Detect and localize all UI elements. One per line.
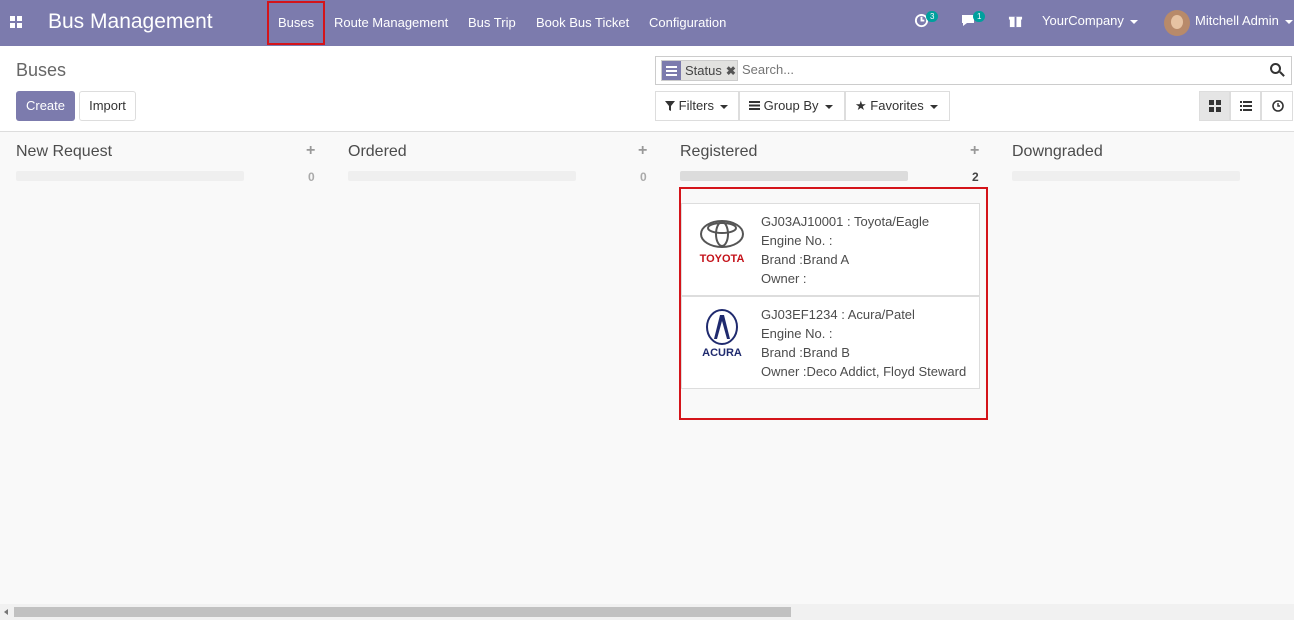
clock-icon: [1272, 100, 1284, 112]
user-name: Mitchell Admin: [1195, 13, 1279, 28]
registered-cards-highlight: [679, 187, 988, 420]
bars-icon: [749, 101, 760, 110]
column-progress-bar: [16, 171, 244, 181]
kanban-grid-icon: [1209, 100, 1221, 112]
messages-button[interactable]: 1: [960, 11, 986, 31]
filters-label: Filters: [678, 98, 715, 113]
apps-menu-icon[interactable]: [10, 16, 23, 29]
app-brand[interactable]: Bus Management: [48, 10, 213, 34]
horizontal-scrollbar[interactable]: [0, 604, 1294, 620]
scrollbar-thumb[interactable]: [14, 607, 791, 617]
caret-down-icon: [1129, 19, 1138, 24]
messages-count-badge: 1: [973, 11, 986, 22]
filter-icon: [665, 101, 675, 111]
caret-down-icon: [824, 104, 833, 109]
remove-facet-icon[interactable]: ✖: [726, 64, 737, 78]
caret-down-icon: [929, 104, 938, 109]
groupby-dropdown[interactable]: Group By: [739, 91, 845, 121]
import-button[interactable]: Import: [79, 91, 136, 121]
activity-button[interactable]: 3: [914, 11, 939, 31]
column-progress-bar: [680, 171, 908, 181]
column-count: 2: [972, 170, 979, 184]
company-name: YourCompany: [1042, 13, 1124, 28]
add-record-plus-icon[interactable]: +: [970, 142, 979, 160]
activity-count-badge: 3: [926, 11, 939, 22]
groupby-label: Group By: [763, 98, 819, 113]
status-facet: Status ✖: [661, 60, 738, 81]
filters-dropdown[interactable]: Filters: [655, 91, 739, 121]
caret-down-icon: [720, 104, 729, 109]
column-title: Ordered: [348, 143, 407, 160]
control-panel: Buses Create Import Status ✖ Filters Gro…: [0, 46, 1294, 132]
menu-book-bus-ticket[interactable]: Book Bus Ticket: [536, 15, 629, 30]
breadcrumb: Buses: [16, 60, 67, 80]
user-menu[interactable]: Mitchell Admin: [1195, 13, 1293, 28]
caret-down-icon: [1284, 19, 1293, 24]
favorites-dropdown[interactable]: ★ Favorites: [845, 91, 950, 121]
star-icon: ★: [855, 98, 867, 113]
facet-label: Status: [685, 63, 722, 78]
add-record-plus-icon[interactable]: +: [638, 142, 647, 160]
column-title: Registered: [680, 143, 758, 160]
column-count: 0: [640, 170, 647, 184]
search-icon[interactable]: [1270, 63, 1285, 78]
gift-button[interactable]: [1008, 13, 1023, 31]
company-switcher[interactable]: YourCompany: [1042, 13, 1138, 28]
groupby-list-icon: [662, 61, 681, 80]
menu-bus-trip[interactable]: Bus Trip: [468, 15, 516, 30]
menu-route-management[interactable]: Route Management: [334, 15, 448, 30]
column-progress-bar: [1012, 171, 1240, 181]
column-title: Downgraded: [1012, 143, 1103, 160]
column-count: 0: [308, 170, 315, 184]
create-button[interactable]: Create: [16, 91, 75, 121]
user-avatar[interactable]: [1164, 10, 1190, 36]
column-title: New Request: [16, 143, 113, 160]
gift-icon: [1008, 16, 1023, 28]
activity-view-button[interactable]: [1261, 91, 1293, 121]
search-input[interactable]: [742, 62, 1242, 77]
column-progress-bar: [348, 171, 576, 181]
kanban-view-button[interactable]: [1199, 91, 1230, 121]
favorites-label: Favorites: [870, 98, 924, 113]
top-navbar: Bus Management Buses Route Management Bu…: [0, 0, 1294, 46]
search-bar: Status ✖: [655, 56, 1292, 85]
list-view-button[interactable]: [1230, 91, 1261, 121]
list-icon: [1240, 101, 1252, 111]
add-record-plus-icon[interactable]: +: [306, 142, 315, 160]
menu-configuration[interactable]: Configuration: [649, 15, 726, 30]
scroll-left-arrow-icon[interactable]: [4, 609, 8, 615]
menu-buses[interactable]: Buses: [267, 1, 326, 45]
